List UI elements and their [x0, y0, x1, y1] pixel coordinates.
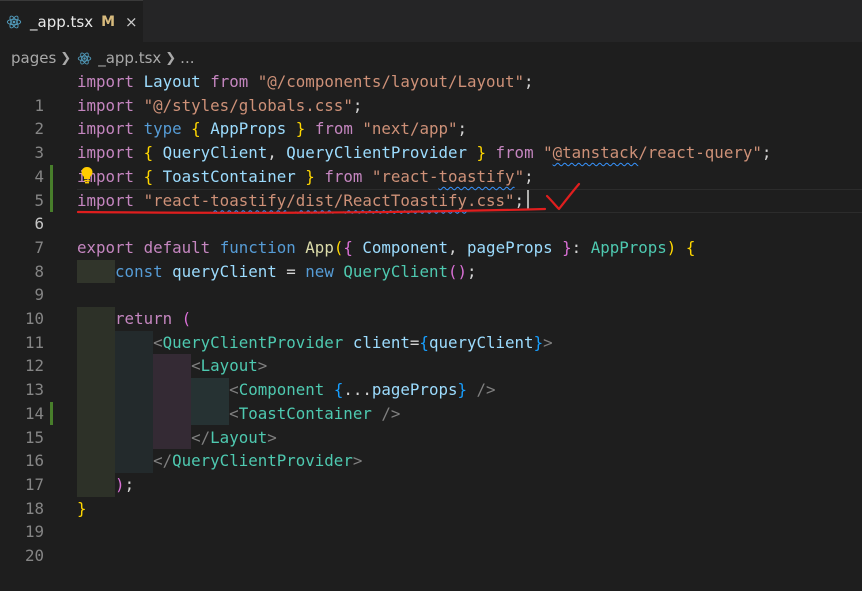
react-icon: [6, 15, 22, 29]
react-icon: [78, 52, 92, 64]
code-line[interactable]: 7: [0, 212, 862, 257]
line-code: import "@/styles/globals.css";: [77, 95, 363, 115]
code-line[interactable]: 2 import "@/styles/globals.css";: [0, 94, 862, 139]
line-code: </Layout>: [191, 427, 277, 447]
line-code: export default function App({ Component,…: [77, 237, 696, 257]
line-code: }: [77, 498, 87, 518]
code-line[interactable]: 4 import { QueryClient, QueryClientProvi…: [0, 141, 862, 186]
lightbulb-icon[interactable]: [79, 166, 95, 184]
line-code: );: [115, 474, 135, 494]
line-code: </QueryClientProvider>: [153, 451, 363, 471]
tab-modified-badge: M: [101, 14, 116, 30]
line-code: return (: [115, 309, 192, 328]
code-line[interactable]: 3 import type { AppProps } from "next/ap…: [0, 117, 862, 162]
breadcrumb-file[interactable]: _app.tsx: [98, 49, 161, 67]
code-line[interactable]: 16 </Layout>: [0, 426, 862, 471]
code-line[interactable]: 6 import "react-toastify/dist/ReactToast…: [0, 189, 862, 234]
code-line[interactable]: 12 <QueryClientProvider client={queryCli…: [0, 331, 862, 376]
code-line[interactable]: 19 }: [0, 497, 862, 542]
line-number: 20: [24, 546, 44, 565]
line-code: import type { AppProps } from "next/app"…: [77, 119, 468, 139]
code-line[interactable]: 1 import Layout from "@/components/layou…: [0, 70, 862, 115]
code-editor[interactable]: 1 import Layout from "@/components/layou…: [0, 70, 862, 574]
chevron-right-icon: ❯: [165, 50, 177, 66]
line-code: <Component {...pageProps} />: [229, 380, 496, 400]
code-line[interactable]: 14 <Component {...pageProps} />: [0, 378, 862, 423]
code-line[interactable]: 9 const queryClient = new QueryClient();: [0, 260, 862, 305]
close-icon[interactable]: ×: [125, 14, 138, 30]
line-code: import Layout from "@/components/layout/…: [77, 72, 534, 91]
code-line[interactable]: 10: [0, 283, 862, 328]
line-code: import "react-toastify/dist/ReactToastif…: [77, 190, 525, 210]
line-code: <ToastContainer />: [229, 403, 401, 423]
code-line[interactable]: 13 <Layout>: [0, 354, 862, 399]
code-line[interactable]: 17 </QueryClientProvider>: [0, 449, 862, 494]
line-code: import { QueryClient, QueryClientProvide…: [77, 143, 772, 163]
code-line[interactable]: 20: [0, 520, 862, 565]
line-code: const queryClient = new QueryClient();: [115, 261, 477, 281]
breadcrumb: pages ❯ _app.tsx ❯ ...: [0, 46, 862, 70]
tab-filename: _app.tsx: [30, 13, 94, 31]
code-line[interactable]: 15 <ToastContainer />: [0, 402, 862, 447]
editor-tab-app-tsx[interactable]: _app.tsx M ×: [0, 0, 143, 43]
code-line[interactable]: 18 );: [0, 473, 862, 518]
line-code: <QueryClientProvider client={queryClient…: [153, 332, 553, 352]
editor-tab-bar: _app.tsx M ×: [0, 0, 862, 43]
breadcrumb-more[interactable]: ...: [180, 49, 194, 67]
line-code: import { ToastContainer } from "react-to…: [77, 166, 534, 186]
code-line[interactable]: 5 import { ToastContainer } from "react-…: [0, 165, 862, 210]
breadcrumb-folder-pages[interactable]: pages: [11, 49, 56, 67]
text-cursor: [527, 190, 529, 210]
chevron-right-icon: ❯: [60, 50, 72, 66]
code-line[interactable]: 8 export default function App({ Componen…: [0, 236, 862, 281]
line-code: <Layout>: [191, 356, 268, 376]
code-line[interactable]: 11 return (: [0, 307, 862, 352]
